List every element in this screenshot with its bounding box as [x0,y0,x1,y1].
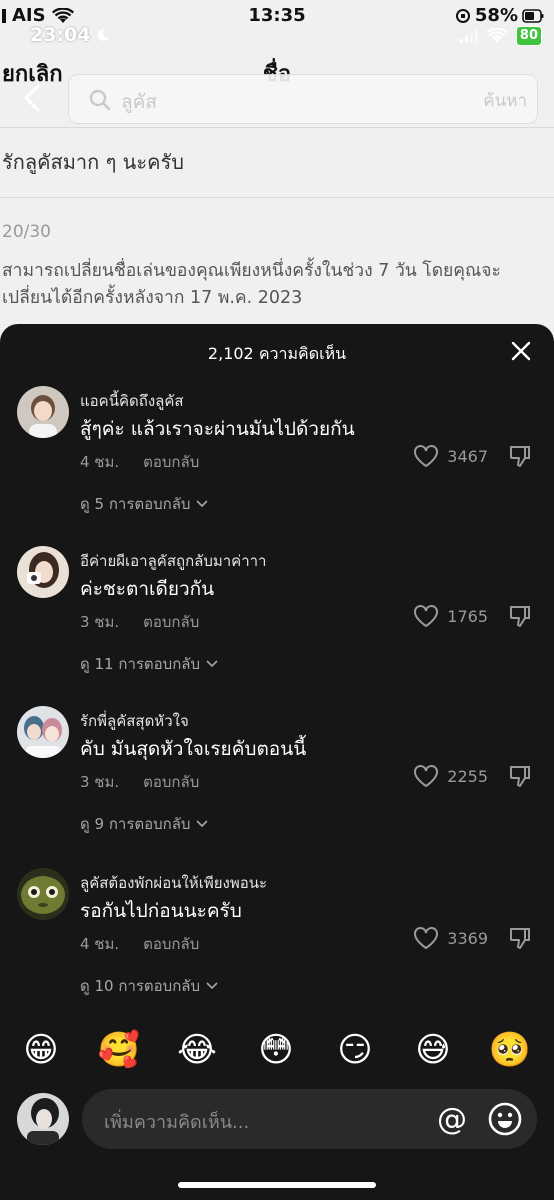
like-button[interactable]: 3369 [413,926,488,950]
dislike-icon[interactable] [508,764,532,788]
view-replies-button[interactable]: ดู 5 การตอบกลับ [80,492,209,516]
like-count: 3467 [447,446,488,466]
chevron-down-icon [196,500,209,508]
avatar[interactable] [17,868,69,920]
emoji-smirk-button[interactable]: 😏 [333,1028,377,1072]
divider [0,197,554,198]
home-indicator [178,1182,376,1188]
search-query: ลูคัส [121,91,157,113]
reply-button[interactable]: ตอบกลับ [143,932,199,956]
comment-item: อีค่ายผีเอาลูคัสถูกลับมาค่าาา ค่ะชะตาเดี… [0,546,554,706]
inner-status-right: 80 [459,26,542,46]
like-button[interactable]: 1765 [413,604,488,628]
comment-username[interactable]: อีค่ายผีเอาลูคัสถูกลับมาค่าาา [80,549,266,573]
chevron-down-icon [206,982,218,990]
reply-button[interactable]: ตอบกลับ [143,450,199,474]
emoji-picker-icon[interactable] [487,1101,523,1137]
sheet-header: 2,102 ความคิดเห็น [0,324,554,382]
view-replies-button[interactable]: ดู 11 การตอบกลับ [80,652,218,676]
like-count: 2255 [447,766,488,786]
outer-battery-percent: 58% [474,5,518,26]
like-button[interactable]: 2255 [413,764,488,788]
comment-time: 4 ชม. [80,453,120,471]
comment-text: รอกันไปก่อนนะครับ [80,900,242,922]
character-counter: 20/30 [2,222,51,242]
avatar[interactable] [17,386,69,438]
comment-composer: เพิ่มความคิดเห็น... @ [0,1089,554,1149]
view-replies-label: ดู 5 การตอบกลับ [80,495,191,513]
nickname-hint: สามารถเปลี่ยนชื่อเล่นของคุณเพียงหนึ่งครั… [2,261,501,308]
inner-status-bar: 23:04 80 [0,24,554,50]
close-icon[interactable] [510,340,532,362]
emoji-quick-bar: 😁 🥰 😂 😳 😏 😅 🥺 [0,1028,554,1074]
search-row: ลูคัส ค้นหา [0,72,554,126]
comment-text: สู้ๆค่ะ แล้วเราจะผ่านมันไปด้วยกัน [80,418,355,440]
battery-icon [522,8,544,23]
comments-sheet: 2,102 ความคิดเห็น แอคนี้คิดถึงลูคัส สู้ๆ… [0,324,554,1200]
wifi-icon [485,28,508,43]
comment-text: ค่ะชะตาเดียวกัน [80,578,215,600]
reply-button[interactable]: ตอบกลับ [143,610,199,634]
comment-text: คับ มันสุดหัวใจเรยคับตอนนี้ [80,738,307,760]
mention-button[interactable]: @ [437,1102,467,1137]
comment-username[interactable]: ลูคัสต้องพักผ่อนให้เพียงพอนะ [80,871,267,895]
avatar[interactable] [17,546,69,598]
bio-field[interactable]: รักลูคัสมาก ๆ นะครับ [2,146,184,178]
my-avatar [17,1093,69,1145]
comment-username[interactable]: รักพี่ลูคัสสุดหัวใจ [80,709,189,733]
emoji-sweat-smile-button[interactable]: 😅 [411,1028,455,1072]
orientation-lock-icon [455,8,470,23]
inner-clock-group: 23:04 [30,24,110,46]
emoji-pleading-button[interactable]: 🥺 [488,1028,532,1072]
comment-time: 3 ชม. [80,773,120,791]
search-input[interactable]: ลูคัส ค้นหา [68,74,538,124]
comment-placeholder: เพิ่มความคิดเห็น... [104,1112,250,1133]
emoji-flushed-button[interactable]: 😳 [254,1028,298,1072]
search-icon [89,89,111,111]
emoji-hearts-button[interactable]: 🥰 [97,1028,141,1072]
inner-battery-badge: 80 [515,26,542,46]
like-count: 3369 [447,928,488,948]
dislike-icon[interactable] [508,926,532,950]
view-replies-button[interactable]: ดู 9 การตอบกลับ [80,812,209,836]
comment-item: ลูคัสต้องพักผ่อนให้เพียงพอนะ รอกันไปก่อน… [0,868,554,1028]
chevron-down-icon [206,660,218,668]
dislike-icon[interactable] [508,444,532,468]
comment-username[interactable]: แอคนี้คิดถึงลูคัส [80,389,184,413]
chevron-down-icon [196,820,209,828]
cellular-icon [459,29,478,43]
comment-time: 4 ชม. [80,935,120,953]
comment-meta: 4 ชม. ตอบกลับ [80,450,199,474]
emoji-joy-button[interactable]: 😂 [175,1028,219,1072]
back-chevron-icon[interactable] [22,84,42,112]
comment-meta: 3 ชม. ตอบกลับ [80,610,199,634]
view-replies-label: ดู 11 การตอบกลับ [80,655,200,673]
comment-time: 3 ชม. [80,613,120,631]
heart-icon [414,445,439,468]
inner-clock: 23:04 [30,24,91,46]
moon-icon [98,28,110,41]
emoji-grin-button[interactable]: 😁 [19,1028,63,1072]
view-replies-label: ดู 9 การตอบกลับ [80,815,191,833]
divider [0,127,554,128]
comment-item: แอคนี้คิดถึงลูคัส สู้ๆค่ะ แล้วเราจะผ่านม… [0,386,554,546]
heart-icon [414,765,439,788]
avatar[interactable] [17,706,69,758]
view-replies-button[interactable]: ดู 10 การตอบกลับ [80,974,218,998]
search-submit-button[interactable]: ค้นหา [483,87,527,114]
like-count: 1765 [447,606,488,626]
outer-status-right: 58% [455,5,544,26]
comment-item: รักพี่ลูคัสสุดหัวใจ คับ มันสุดหัวใจเรยคั… [0,706,554,866]
comment-meta: 4 ชม. ตอบกลับ [80,932,199,956]
heart-icon [414,927,439,950]
comment-input[interactable]: เพิ่มความคิดเห็น... @ [82,1089,537,1149]
reply-button[interactable]: ตอบกลับ [143,770,199,794]
comment-meta: 3 ชม. ตอบกลับ [80,770,199,794]
dislike-icon[interactable] [508,604,532,628]
like-button[interactable]: 3467 [413,444,488,468]
view-replies-label: ดู 10 การตอบกลับ [80,977,200,995]
heart-icon [414,605,439,628]
comment-count: 2,102 ความคิดเห็น [207,344,347,363]
